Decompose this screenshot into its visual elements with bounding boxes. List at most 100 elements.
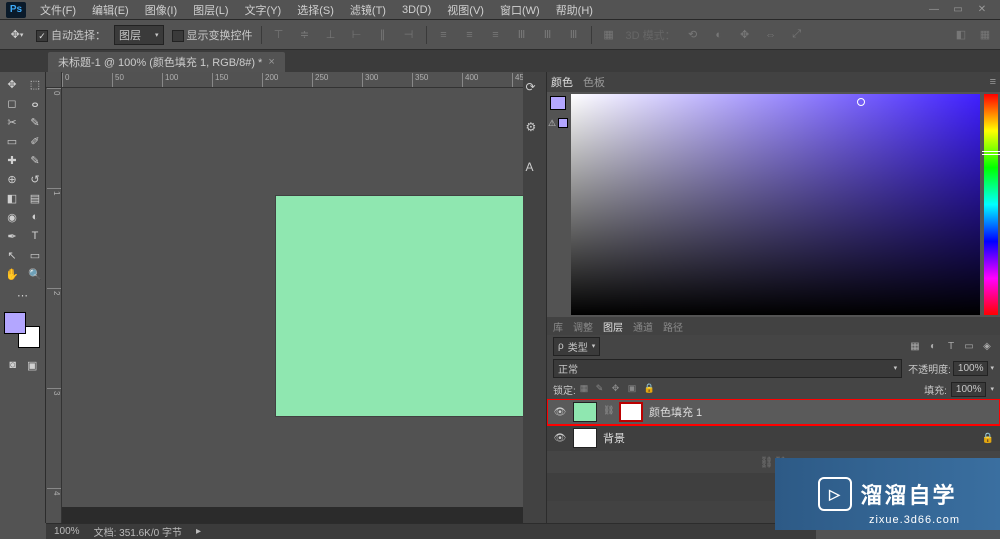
window-minimize-icon[interactable]: — — [922, 2, 946, 18]
color-swatches[interactable] — [4, 312, 40, 348]
fill-value[interactable]: 100% — [951, 382, 987, 397]
panel-menu-icon[interactable]: ≡ — [990, 76, 996, 88]
ruler-origin[interactable] — [46, 72, 62, 88]
artboard-tool[interactable]: ⬚ — [24, 75, 46, 93]
layer-name[interactable]: 颜色填充 1 — [649, 404, 994, 420]
eraser-tool[interactable]: ◧ — [1, 189, 23, 207]
menu-view[interactable]: 视图(V) — [439, 0, 492, 20]
tab-color[interactable]: 颜色 — [551, 74, 573, 90]
layer-row-colorfill[interactable]: 👁 ⛓ 颜色填充 1 — [547, 399, 1000, 425]
quickselect-tool[interactable]: ✎ — [24, 113, 46, 131]
color-field[interactable] — [571, 94, 980, 315]
move-tool[interactable]: ✥ — [1, 75, 23, 93]
3d-scale-icon[interactable]: ⤢ — [788, 26, 806, 44]
filter-adjust-icon[interactable]: ◐ — [926, 339, 940, 353]
status-disclosure-icon[interactable]: ▸ — [196, 526, 201, 537]
align-top-icon[interactable]: ⊤ — [270, 26, 288, 44]
tab-library[interactable]: 库 — [553, 319, 563, 334]
path-select-tool[interactable]: ↖ — [1, 246, 23, 264]
document-status[interactable]: 文档: 351.6K/0 字节 — [94, 524, 182, 539]
tab-paths[interactable]: 路径 — [663, 319, 683, 334]
distribute-right-icon[interactable]: Ⅲ — [565, 26, 583, 44]
menu-image[interactable]: 图像(I) — [137, 0, 185, 20]
layer-mask-thumb[interactable] — [619, 402, 643, 422]
hand-tool[interactable]: ✋ — [1, 265, 23, 283]
layer-thumb[interactable] — [573, 428, 597, 448]
distribute-left-icon[interactable]: Ⅲ — [513, 26, 531, 44]
auto-select-checkbox[interactable]: 自动选择： — [36, 27, 106, 43]
gamut-warning[interactable]: ⚠ — [548, 118, 568, 129]
lock-pixels-icon[interactable]: ✎ — [596, 383, 608, 395]
align-right-icon[interactable]: ⊣ — [400, 26, 418, 44]
filter-shape-icon[interactable]: ▭ — [962, 339, 976, 353]
lock-position-icon[interactable]: ✥ — [612, 383, 624, 395]
quickmask-icon[interactable]: ◙ — [4, 356, 22, 374]
zoom-tool[interactable]: 🔍 — [24, 265, 46, 283]
3d-roll-icon[interactable]: ◐ — [710, 26, 728, 44]
3d-slide-icon[interactable]: ⇔ — [762, 26, 780, 44]
menu-help[interactable]: 帮助(H) — [548, 0, 601, 20]
layer-thumb[interactable] — [573, 402, 597, 422]
screenmode-icon[interactable]: ▣ — [24, 356, 42, 374]
3d-orbit-icon[interactable]: ⟲ — [684, 26, 702, 44]
layer-name[interactable]: 背景 — [603, 430, 976, 446]
menu-edit[interactable]: 编辑(E) — [84, 0, 137, 20]
stamp-tool[interactable]: ⊕ — [1, 170, 23, 188]
align-hcenter-icon[interactable]: ∥ — [374, 26, 392, 44]
history-brush-tool[interactable]: ↺ — [24, 170, 46, 188]
foreground-color-swatch[interactable] — [4, 312, 26, 334]
tab-swatches[interactable]: 色板 — [583, 74, 605, 90]
menu-window[interactable]: 窗口(W) — [492, 0, 548, 20]
history-panel-icon[interactable]: ⟳ — [526, 80, 544, 98]
opacity-value[interactable]: 100% — [953, 361, 989, 376]
align-vcenter-icon[interactable]: ≑ — [296, 26, 314, 44]
color-panel-fg-swatch[interactable] — [550, 96, 566, 110]
blur-tool[interactable]: ◉ — [1, 208, 23, 226]
visibility-icon[interactable]: 👁 — [553, 405, 567, 419]
properties-panel-icon[interactable]: ⚙ — [526, 120, 544, 138]
workspace-icon[interactable]: ▦ — [976, 26, 994, 44]
lock-trans-icon[interactable]: ▦ — [580, 383, 592, 395]
menu-file[interactable]: 文件(F) — [32, 0, 84, 20]
edit-toolbar-icon[interactable]: ⋯ — [12, 286, 34, 304]
healing-tool[interactable]: ✚ — [1, 151, 23, 169]
distribute-hcenter-icon[interactable]: Ⅲ — [539, 26, 557, 44]
close-icon[interactable]: × — [268, 56, 274, 68]
hue-thumb[interactable] — [982, 151, 1000, 155]
tab-adjust[interactable]: 调整 — [573, 319, 593, 334]
visibility-icon[interactable]: 👁 — [553, 431, 567, 445]
blend-mode-dropdown[interactable]: 正常▾ — [553, 359, 902, 378]
lasso-tool[interactable]: ⴰ — [24, 94, 46, 112]
align-left-icon[interactable]: ⊢ — [348, 26, 366, 44]
panel-collapse-icon[interactable]: ◧ — [952, 26, 970, 44]
pen-tool[interactable]: ✒ — [1, 227, 23, 245]
lock-all-icon[interactable]: 🔒 — [644, 383, 656, 395]
menu-type[interactable]: 文字(Y) — [237, 0, 290, 20]
dodge-tool[interactable]: ◐ — [24, 208, 46, 226]
layer-filter-kind-dropdown[interactable]: ρ类型▾ — [553, 337, 600, 356]
filter-smart-icon[interactable]: ◈ — [980, 339, 994, 353]
menu-select[interactable]: 选择(S) — [289, 0, 342, 20]
3d-pan-icon[interactable]: ✥ — [736, 26, 754, 44]
align-bottom-icon[interactable]: ⊥ — [322, 26, 340, 44]
type-tool[interactable]: T — [24, 227, 46, 245]
gradient-tool[interactable]: ▤ — [24, 189, 46, 207]
document-tab[interactable]: 未标题-1 @ 100% (颜色填充 1, RGB/8#) * × — [48, 52, 285, 72]
zoom-level[interactable]: 100% — [54, 526, 80, 537]
menu-3d[interactable]: 3D(D) — [394, 2, 439, 18]
layer-row-background[interactable]: 👁 背景 🔒 — [547, 425, 1000, 451]
distribute-top-icon[interactable]: ≡ — [435, 26, 453, 44]
eyedropper-tool[interactable]: ✐ — [24, 132, 46, 150]
brush-tool[interactable]: ✎ — [24, 151, 46, 169]
window-close-icon[interactable]: ✕ — [970, 2, 994, 18]
menu-layer[interactable]: 图层(L) — [185, 0, 236, 20]
distribute-vcenter-icon[interactable]: ≡ — [461, 26, 479, 44]
distribute-bottom-icon[interactable]: ≡ — [487, 26, 505, 44]
marquee-tool[interactable]: ◻ — [1, 94, 23, 112]
crop-tool[interactable]: ✂ — [1, 113, 23, 131]
auto-align-icon[interactable]: ▦ — [600, 26, 618, 44]
ruler-horizontal[interactable]: 0 50 100 150 200 250 300 350 400 450 500… — [62, 72, 523, 88]
filter-pixel-icon[interactable]: ▦ — [908, 339, 922, 353]
show-transform-checkbox[interactable]: 显示变换控件 — [172, 27, 253, 43]
ruler-vertical[interactable]: 0 1 2 3 4 — [46, 88, 62, 523]
